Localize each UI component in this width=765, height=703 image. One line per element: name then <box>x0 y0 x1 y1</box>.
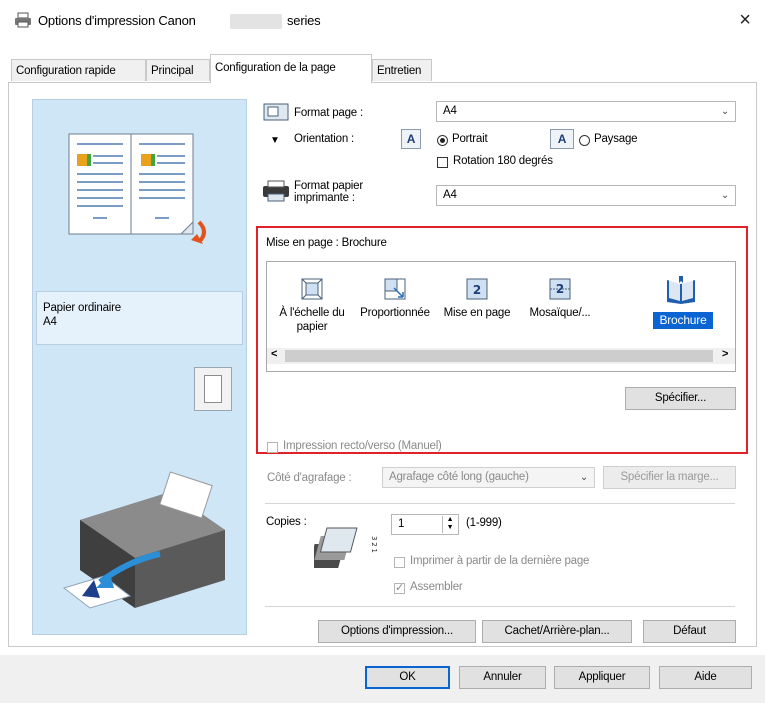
stapling-value: Agrafage côté long (gauche) <box>389 471 529 483</box>
default-button[interactable]: Défaut <box>643 620 736 643</box>
layout-option-label-2: papier <box>296 321 328 333</box>
tab-label: Entretien <box>377 65 422 77</box>
rotation-180-label: Rotation 180 degrés <box>453 155 553 167</box>
format-papier-value: A4 <box>443 189 457 201</box>
layout-option-scaled[interactable]: Proportionnée <box>355 270 435 345</box>
format-papier-label-line2: imprimante : <box>294 192 355 204</box>
rotation-180-checkbox[interactable] <box>437 157 448 168</box>
tab-label: Principal <box>151 65 194 77</box>
scrollbar-thumb[interactable] <box>285 350 713 362</box>
cancel-button[interactable]: Annuler <box>459 666 546 689</box>
format-papier-label: Format papier imprimante : <box>294 180 363 204</box>
print-options-button[interactable]: Options d'impression... <box>318 620 476 643</box>
collate-label: Assembler <box>410 581 463 593</box>
paper-type-label: Papier ordinaire <box>43 302 121 314</box>
printer-icon <box>15 12 31 28</box>
layout-option-fit-to-paper[interactable]: À l'échelle du papier <box>269 270 355 345</box>
paysage-label: Paysage <box>594 133 638 145</box>
tab-principal[interactable]: Principal <box>146 59 210 81</box>
window-title-suffix: series <box>287 13 321 28</box>
portrait-label: Portrait <box>452 133 488 145</box>
format-page-label: Format page : <box>294 107 363 119</box>
svg-text:2: 2 <box>473 283 481 297</box>
title-bar: Options d'impression Canon series × <box>0 0 765 42</box>
printer-illustration-icon <box>62 471 225 609</box>
format-page-select[interactable]: A4 ⌄ <box>436 101 736 122</box>
copies-spinner[interactable]: 1 ▲ ▼ <box>391 514 459 535</box>
page-layout-icon: 2 <box>466 278 488 300</box>
layout-title: Mise en page : Brochure <box>266 237 387 249</box>
help-button[interactable]: Aide <box>659 666 752 689</box>
format-papier-select[interactable]: A4 ⌄ <box>436 185 736 206</box>
duplex-label: Impression recto/verso (Manuel) <box>283 440 442 452</box>
tab-entretien[interactable]: Entretien <box>372 59 432 81</box>
copies-stack-icon: 3 2 1 <box>314 527 378 568</box>
paper-size-label: A4 <box>43 316 57 328</box>
copies-range: (1-999) <box>466 517 502 529</box>
svg-text:3 2 1: 3 2 1 <box>370 536 378 553</box>
divider <box>265 503 735 504</box>
scaled-icon <box>384 278 406 300</box>
duplex-checkbox[interactable] <box>267 442 278 453</box>
booklet-preview-icon <box>68 133 206 244</box>
chevron-down-icon: ⌄ <box>579 472 588 483</box>
paysage-radio[interactable] <box>579 135 590 146</box>
margin-button[interactable]: Spécifier la marge... <box>603 466 736 489</box>
close-button[interactable]: × <box>733 8 757 32</box>
layout-option-page-layout[interactable]: 2 Mise en page <box>437 270 517 345</box>
scroll-right-arrow[interactable]: > <box>722 348 728 360</box>
stapling-select[interactable]: Agrafage côté long (gauche) ⌄ <box>382 467 595 488</box>
chevron-down-icon: ⌄ <box>720 190 729 201</box>
format-papier-label-line1: Format papier <box>294 180 363 192</box>
window-title: Options d'impression Canon <box>38 13 196 28</box>
page-icon <box>204 375 222 403</box>
redacted-model <box>230 14 282 29</box>
chevron-down-icon: ⌄ <box>720 106 729 117</box>
layout-option-tiling[interactable]: 2 Mosaïque/... <box>521 270 599 345</box>
fit-to-page-icon <box>301 278 323 300</box>
spinner-arrows-icon[interactable]: ▲ ▼ <box>442 516 457 533</box>
print-from-last-label: Imprimer à partir de la dernière page <box>410 555 590 567</box>
ok-button[interactable]: OK <box>365 666 450 689</box>
layout-option-label-selected: Brochure <box>653 312 713 329</box>
page-size-icon <box>263 103 289 121</box>
tab-configuration-de-la-page[interactable]: Configuration de la page <box>210 54 372 83</box>
stamp-background-button[interactable]: Cachet/Arrière-plan... <box>482 620 632 643</box>
print-from-last-checkbox[interactable] <box>394 557 405 568</box>
layout-option-label: Proportionnée <box>360 307 430 319</box>
layout-option-label: À l'échelle du <box>279 307 345 319</box>
specify-button[interactable]: Spécifier... <box>625 387 736 410</box>
scroll-left-arrow[interactable]: < <box>271 348 277 360</box>
format-page-value: A4 <box>443 105 457 117</box>
copies-label: Copies : <box>266 516 307 528</box>
stapling-label: Côté d'agrafage : <box>267 472 352 484</box>
paper-info-box: Papier ordinaire A4 <box>36 291 243 345</box>
collate-checkbox[interactable]: ✓ <box>394 582 405 594</box>
bullet-icon: ▼ <box>270 135 280 146</box>
portrait-orientation-icon: A <box>401 129 421 149</box>
booklet-icon <box>667 276 695 304</box>
divider <box>265 606 735 607</box>
apply-button[interactable]: Appliquer <box>554 666 650 689</box>
tab-label: Configuration rapide <box>16 65 116 77</box>
tab-label: Configuration de la page <box>215 62 336 74</box>
svg-text:2: 2 <box>556 282 564 296</box>
portrait-radio[interactable] <box>437 135 448 146</box>
layout-option-label: Mosaïque/... <box>529 307 591 319</box>
layout-option-label: Mise en page <box>443 307 511 319</box>
orientation-preview-button[interactable] <box>194 367 232 411</box>
tiling-icon: 2 <box>549 278 571 300</box>
landscape-orientation-icon: A <box>550 129 574 149</box>
printer-paper-icon <box>263 180 289 202</box>
orientation-label: Orientation : <box>294 133 355 145</box>
tab-configuration-rapide[interactable]: Configuration rapide <box>11 59 146 81</box>
checkmark-icon: ✓ <box>395 582 405 594</box>
copies-value: 1 <box>398 518 405 530</box>
